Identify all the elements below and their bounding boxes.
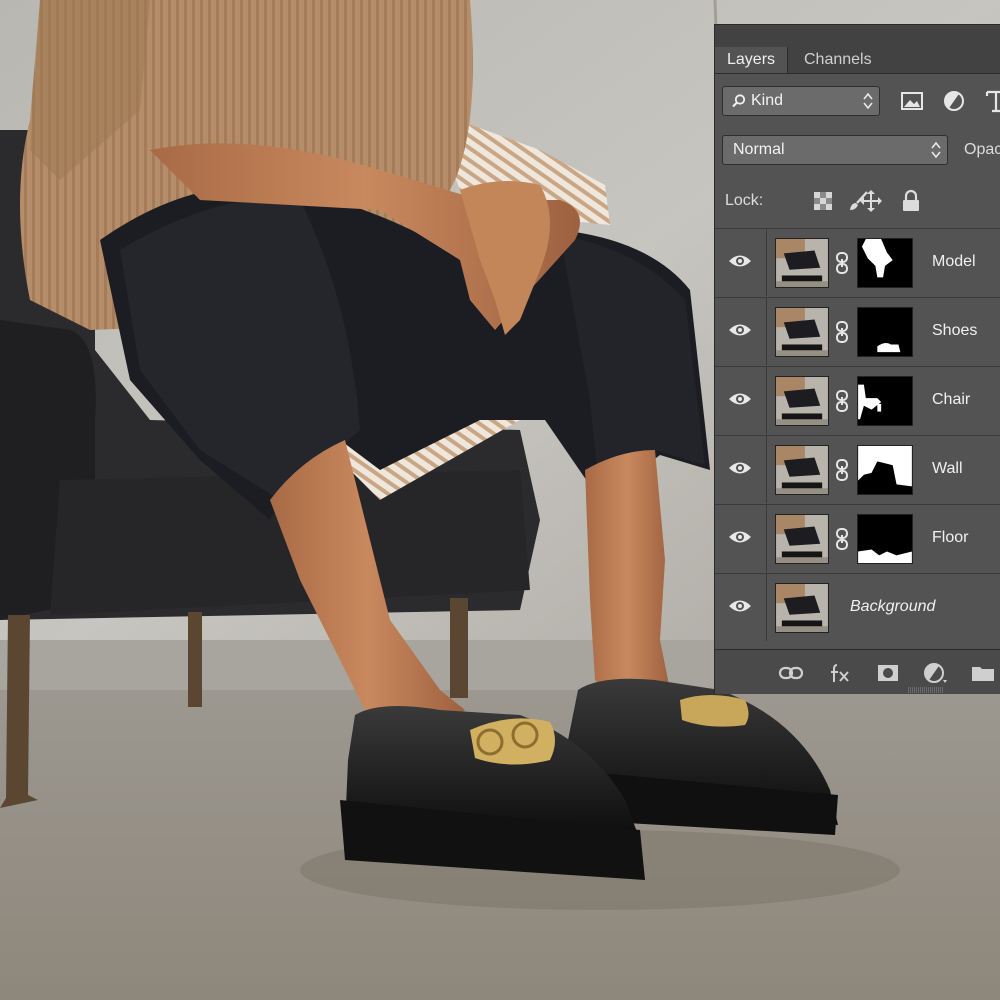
layer-thumbnail[interactable] xyxy=(775,238,829,288)
blend-mode-value: Normal xyxy=(733,141,785,158)
visibility-toggle[interactable] xyxy=(715,298,767,365)
layer-thumbnail[interactable] xyxy=(775,445,829,495)
layer-mask-thumbnail[interactable] xyxy=(857,307,913,357)
layer-mask-thumbnail[interactable] xyxy=(857,445,913,495)
filter-kind-value: Kind xyxy=(751,92,784,109)
layer-row[interactable]: Shoes xyxy=(715,297,1000,365)
layer-row[interactable]: Chair xyxy=(715,366,1000,434)
new-group-icon[interactable] xyxy=(970,660,996,686)
chain-link-icon[interactable] xyxy=(835,320,849,344)
adjustment-filter-icon[interactable] xyxy=(941,88,967,114)
add-mask-icon[interactable] xyxy=(875,660,901,686)
layer-row[interactable]: Background xyxy=(715,573,1000,641)
visibility-toggle[interactable] xyxy=(715,505,767,572)
panel-resize-grip[interactable] xyxy=(908,687,944,693)
layers-bottom-bar xyxy=(715,649,1000,694)
layer-thumbnail[interactable] xyxy=(775,376,829,426)
layer-row[interactable]: Floor xyxy=(715,504,1000,572)
chain-link-icon[interactable] xyxy=(835,251,849,275)
chevron-updown-icon xyxy=(863,92,873,110)
layer-name[interactable]: Shoes xyxy=(932,322,977,340)
layer-mask-thumbnail[interactable] xyxy=(857,376,913,426)
blend-mode-select[interactable]: Normal xyxy=(722,135,948,165)
tab-channels[interactable]: Channels xyxy=(792,47,884,73)
visibility-toggle[interactable] xyxy=(715,436,767,503)
image-filter-icon[interactable] xyxy=(899,88,925,114)
lock-position-icon[interactable] xyxy=(859,189,883,213)
eye-icon xyxy=(729,531,751,543)
layer-name[interactable]: Background xyxy=(850,598,935,616)
chain-link-icon[interactable] xyxy=(835,389,849,413)
chain-link-icon[interactable] xyxy=(835,527,849,551)
layer-row[interactable]: Wall xyxy=(715,435,1000,503)
eye-icon xyxy=(729,324,751,336)
adjustment-layer-icon[interactable] xyxy=(922,660,948,686)
tab-layers[interactable]: Layers xyxy=(715,47,789,73)
layer-thumbnail[interactable] xyxy=(775,307,829,357)
lock-all-icon[interactable] xyxy=(899,189,923,213)
layer-row[interactable]: Model xyxy=(715,228,1000,296)
type-filter-icon[interactable] xyxy=(983,88,1000,114)
search-icon xyxy=(732,94,746,108)
lock-label: Lock: xyxy=(725,192,764,209)
layers-panel: Layers Channels Kind Normal Opac Lock: M… xyxy=(714,24,1000,694)
eye-icon xyxy=(729,255,751,267)
layer-mask-thumbnail[interactable] xyxy=(857,238,913,288)
filter-kind-select[interactable]: Kind xyxy=(722,86,880,116)
layer-name[interactable]: Model xyxy=(932,253,976,271)
layer-mask-thumbnail[interactable] xyxy=(857,514,913,564)
layer-name[interactable]: Floor xyxy=(932,529,968,547)
chevron-updown-icon xyxy=(931,141,941,159)
chain-link-icon[interactable] xyxy=(835,458,849,482)
eye-icon xyxy=(729,462,751,474)
visibility-toggle[interactable] xyxy=(715,574,767,641)
fx-icon[interactable] xyxy=(827,660,853,686)
visibility-toggle[interactable] xyxy=(715,367,767,434)
layer-thumbnail[interactable] xyxy=(775,583,829,633)
panel-tab-bar: Layers Channels xyxy=(715,25,1000,74)
eye-icon xyxy=(729,393,751,405)
link-layers-icon[interactable] xyxy=(778,660,804,686)
lock-transparent-pixels-icon[interactable] xyxy=(811,189,835,213)
layer-thumbnail[interactable] xyxy=(775,514,829,564)
layer-name[interactable]: Chair xyxy=(932,391,970,409)
visibility-toggle[interactable] xyxy=(715,229,767,296)
eye-icon xyxy=(729,600,751,612)
layer-name[interactable]: Wall xyxy=(932,460,963,478)
opacity-label: Opac xyxy=(964,141,1000,158)
